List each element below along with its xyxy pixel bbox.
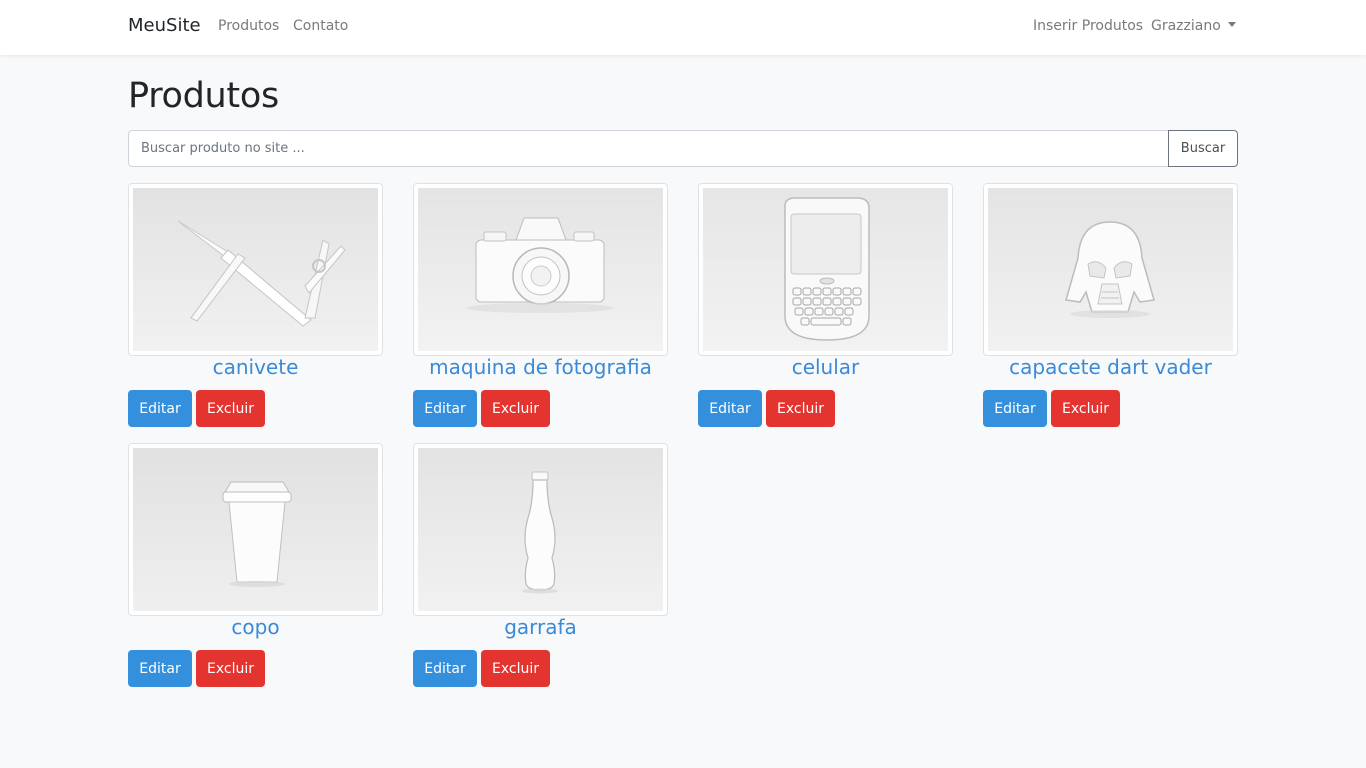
- brand-link[interactable]: MeuSite: [128, 15, 201, 36]
- product-thumbnail[interactable]: [413, 183, 668, 356]
- nav-link-produtos[interactable]: Produtos: [218, 18, 279, 34]
- product-name-link[interactable]: garrafa: [413, 615, 668, 639]
- cup-image: [133, 448, 378, 611]
- product-name-link[interactable]: maquina de fotografia: [413, 355, 668, 379]
- helmet-image: [988, 188, 1233, 351]
- delete-button[interactable]: Excluir: [481, 650, 550, 687]
- delete-button[interactable]: Excluir: [196, 390, 265, 427]
- pocket-knife-image: [133, 188, 378, 351]
- edit-button[interactable]: Editar: [128, 650, 192, 687]
- product-thumbnail[interactable]: [698, 183, 953, 356]
- delete-button[interactable]: Excluir: [481, 390, 550, 427]
- product-name-link[interactable]: canivete: [128, 355, 383, 379]
- phone-image: [703, 188, 948, 351]
- bottle-image: [418, 448, 663, 611]
- product-thumbnail[interactable]: [128, 183, 383, 356]
- product-name-link[interactable]: celular: [698, 355, 953, 379]
- product-card: canivete Editar Excluir: [128, 183, 383, 428]
- product-name-link[interactable]: capacete dart vader: [983, 355, 1238, 379]
- edit-button[interactable]: Editar: [413, 390, 477, 427]
- nav-link-inserir-produtos[interactable]: Inserir Produtos: [1033, 18, 1143, 34]
- navbar: MeuSite Produtos Contato Inserir Produto…: [0, 0, 1366, 55]
- edit-button[interactable]: Editar: [413, 650, 477, 687]
- edit-button[interactable]: Editar: [983, 390, 1047, 427]
- delete-button[interactable]: Excluir: [766, 390, 835, 427]
- product-name-link[interactable]: copo: [128, 615, 383, 639]
- delete-button[interactable]: Excluir: [196, 650, 265, 687]
- delete-button[interactable]: Excluir: [1051, 390, 1120, 427]
- edit-button[interactable]: Editar: [128, 390, 192, 427]
- camera-image: [418, 188, 663, 351]
- product-thumbnail[interactable]: [983, 183, 1238, 356]
- search-input[interactable]: [128, 130, 1169, 167]
- product-thumbnail[interactable]: [413, 443, 668, 616]
- user-menu-label: Grazziano: [1151, 18, 1221, 34]
- product-card: celular Editar Excluir: [698, 183, 953, 428]
- product-card: capacete dart vader Editar Excluir: [983, 183, 1238, 428]
- product-thumbnail[interactable]: [128, 443, 383, 616]
- search-button[interactable]: Buscar: [1168, 130, 1238, 167]
- product-card: garrafa Editar Excluir: [413, 443, 668, 688]
- page-title: Produtos: [128, 76, 279, 116]
- product-card: maquina de fotografia Editar Excluir: [413, 183, 668, 428]
- caret-down-icon: [1227, 22, 1236, 27]
- edit-button[interactable]: Editar: [698, 390, 762, 427]
- user-menu-dropdown[interactable]: Grazziano: [1151, 18, 1236, 34]
- product-card: copo Editar Excluir: [128, 443, 383, 688]
- nav-link-contato[interactable]: Contato: [293, 18, 348, 34]
